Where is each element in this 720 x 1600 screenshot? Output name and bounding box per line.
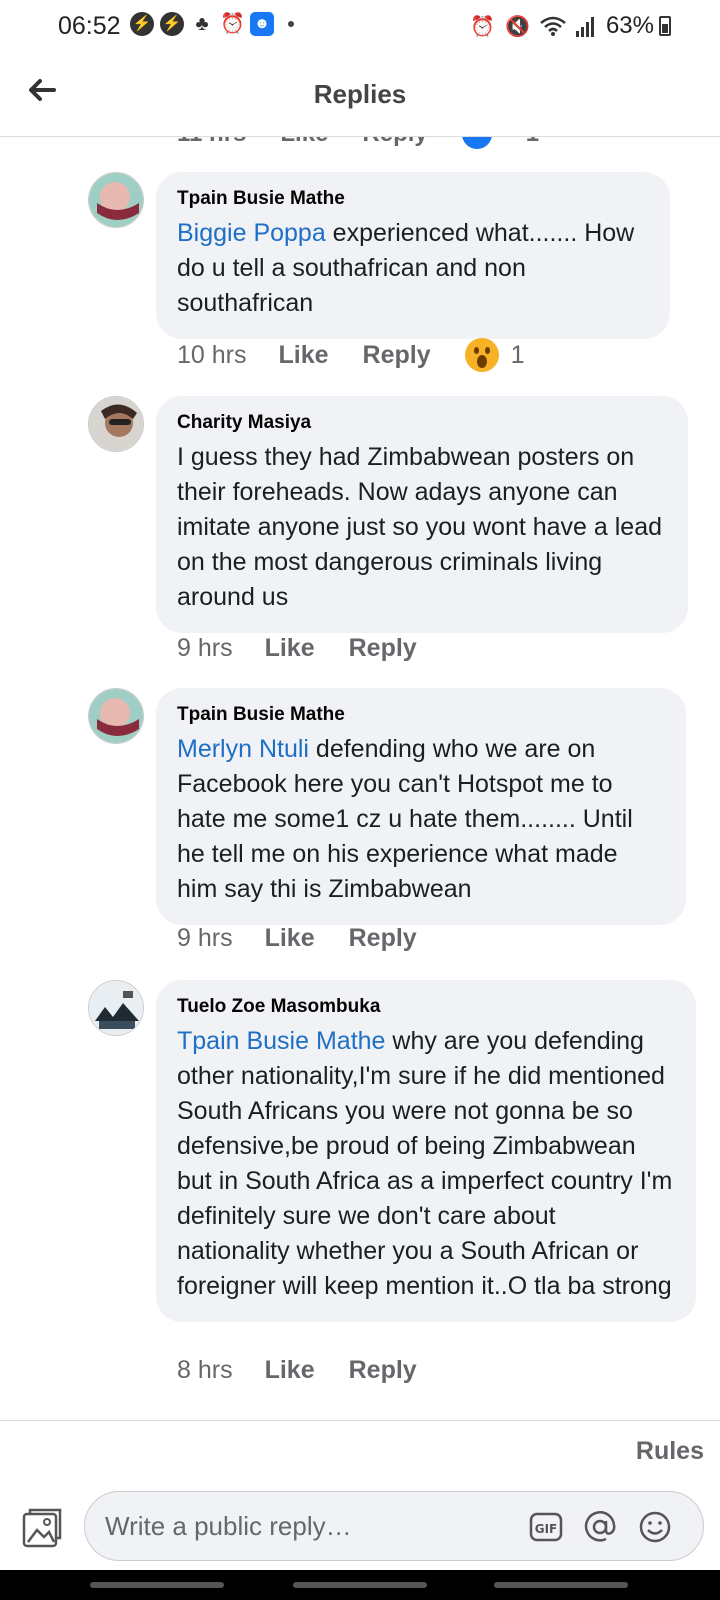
signal-icon	[575, 17, 594, 37]
battery-icon	[659, 16, 671, 36]
notification-icons: ⚡ ⚡ ♣ ⏰ ☻	[130, 12, 294, 36]
previous-comment-actions: 11 hrs Like Reply 1	[177, 137, 539, 149]
like-button[interactable]: Like	[265, 1356, 315, 1385]
alarm-icon: ⏰	[470, 15, 496, 38]
comments-list[interactable]: 11 hrs Like Reply 1 Tpain Busie Mathe Bi…	[0, 137, 720, 1420]
lightning-app-icon: ⚡	[130, 12, 154, 36]
comment-time: 9 hrs	[177, 634, 233, 662]
comment-actions: 9 hrs Like Reply	[177, 924, 451, 953]
comment-bubble[interactable]: Tuelo Zoe Masombuka Tpain Busie Mathe wh…	[156, 980, 696, 1322]
top-app-bar: Replies	[0, 52, 720, 137]
wow-face-icon[interactable]	[464, 338, 499, 372]
like-button[interactable]: Like	[280, 137, 328, 148]
gif-icon[interactable]: GIF	[528, 1509, 564, 1545]
reaction-count: 1	[526, 137, 539, 148]
reply-button[interactable]: Reply	[363, 341, 431, 370]
reply-box: GIF	[84, 1491, 704, 1561]
mention-link[interactable]: Merlyn Ntuli	[177, 735, 309, 763]
emoji-icon[interactable]	[637, 1509, 673, 1545]
comment-actions: 8 hrs Like Reply	[177, 1356, 451, 1385]
app-notification-icon: ♣	[195, 13, 209, 35]
comment-time: 10 hrs	[177, 340, 247, 369]
reply-button[interactable]: Reply	[349, 924, 417, 953]
back-nav-button[interactable]	[494, 1582, 628, 1588]
comment-text: Merlyn Ntuli defending who we are on Fac…	[177, 732, 664, 907]
photo-icon[interactable]	[20, 1506, 64, 1550]
like-button[interactable]: Like	[265, 634, 315, 663]
reply-button[interactable]: Reply	[349, 1356, 417, 1385]
comment-bubble[interactable]: Tpain Busie Mathe Biggie Poppa experienc…	[156, 172, 670, 339]
more-notifications-icon	[288, 21, 294, 27]
rules-link[interactable]: Rules	[636, 1437, 704, 1466]
avatar[interactable]	[88, 172, 144, 228]
comment-text: Biggie Poppa experienced what....... How…	[177, 216, 648, 321]
lightning-app-icon-2: ⚡	[160, 12, 184, 36]
alarm-icon: ⏰	[220, 13, 245, 35]
messenger-app-icon: ☻	[250, 12, 274, 36]
status-bar: 06:52 ⚡ ⚡ ♣ ⏰ ☻ ⏰ 🔇 63%	[0, 0, 720, 52]
mention-link[interactable]: Biggie Poppa	[177, 219, 326, 247]
comment-time: 11 hrs	[177, 137, 246, 148]
comment-bubble[interactable]: Charity Masiya I guess they had Zimbabwe…	[156, 396, 688, 633]
page-title: Replies	[313, 79, 407, 109]
wifi-icon	[540, 16, 566, 36]
mention-link[interactable]: Tpain Busie Mathe	[177, 1027, 385, 1055]
like-button[interactable]: Like	[278, 341, 328, 370]
comment-author[interactable]: Charity Masiya	[177, 412, 666, 434]
reaction-count: 1	[510, 340, 525, 369]
mute-icon: 🔇	[505, 15, 530, 38]
avatar[interactable]	[88, 688, 144, 744]
reply-composer: Rules GIF	[0, 1420, 720, 1571]
reply-button[interactable]: Reply	[349, 634, 417, 663]
battery-percent: 63%	[605, 12, 654, 39]
mention-icon[interactable]	[582, 1509, 618, 1545]
avatar[interactable]	[88, 396, 144, 452]
comment-actions: 10 hrs Like Reply 1	[177, 338, 525, 372]
recents-nav-button[interactable]	[90, 1582, 224, 1588]
comment-author[interactable]: Tpain Busie Mathe	[177, 704, 664, 726]
reply-input[interactable]	[103, 1510, 507, 1543]
comment-bubble[interactable]: Tpain Busie Mathe Merlyn Ntuli defending…	[156, 688, 686, 925]
comment-body: why are you defending other nationality,…	[177, 1027, 673, 1300]
comment-time: 9 hrs	[177, 924, 233, 952]
like-button[interactable]: Like	[265, 924, 315, 953]
system-icons: ⏰ 🔇 63%	[470, 12, 654, 40]
comment-actions: 9 hrs Like Reply	[177, 634, 451, 663]
like-reaction-icon	[461, 137, 492, 149]
svg-text:GIF: GIF	[535, 1522, 558, 1536]
comment-author[interactable]: Tuelo Zoe Masombuka	[177, 996, 674, 1018]
system-navigation-bar	[0, 1570, 720, 1600]
comment-text: Tpain Busie Mathe why are you defending …	[177, 1024, 674, 1304]
avatar[interactable]	[88, 980, 144, 1036]
comment-time: 8 hrs	[177, 1356, 233, 1384]
comment-text: I guess they had Zimbabwean posters on t…	[177, 443, 663, 611]
status-time: 06:52	[58, 12, 121, 40]
comment-author[interactable]: Tpain Busie Mathe	[177, 188, 648, 210]
reply-button[interactable]: Reply	[362, 137, 427, 148]
home-nav-button[interactable]	[293, 1582, 427, 1588]
